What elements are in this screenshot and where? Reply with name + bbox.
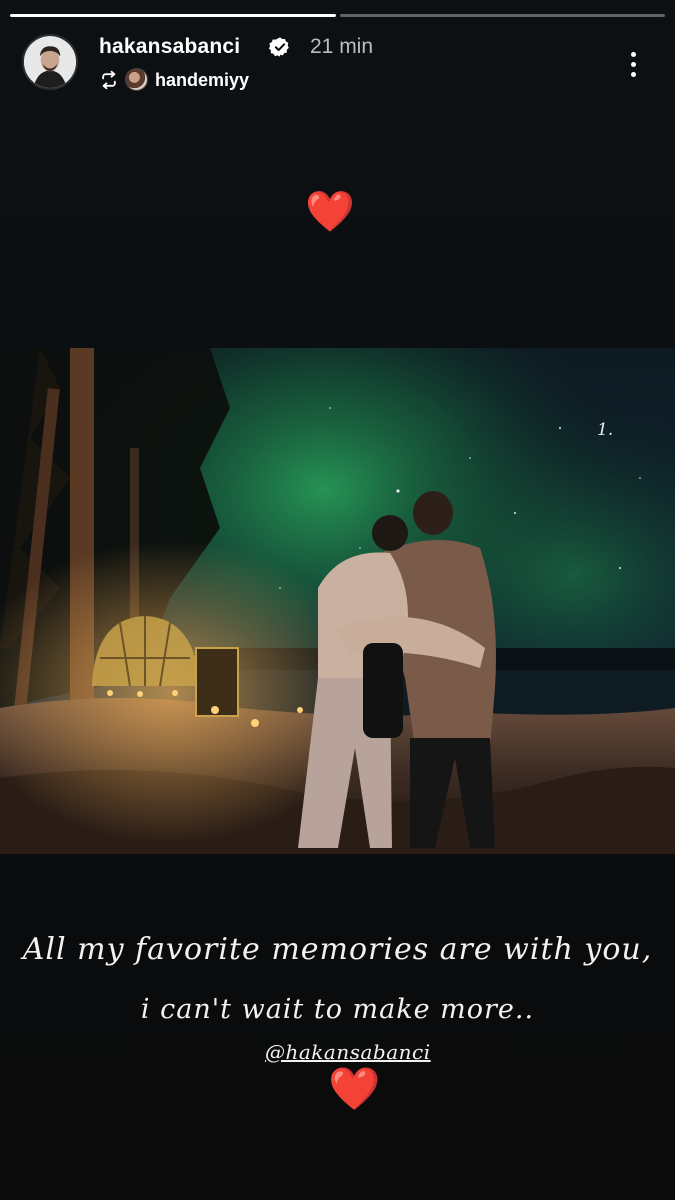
story-header: hakansabanci 21 min handemiyy — [0, 30, 675, 100]
story-progress-bar — [10, 14, 665, 18]
caption-line-1: All my favorite memories are with you, — [22, 932, 653, 967]
heart-emoji-top: ❤️ — [305, 189, 355, 235]
progress-segment-1 — [10, 14, 336, 17]
reposter-username[interactable]: handemiyy — [155, 70, 249, 91]
reposter-avatar[interactable] — [125, 68, 148, 91]
caption-line-2: i can't wait to make more.. — [140, 994, 535, 1025]
story-viewer[interactable]: hakansabanci 21 min handemiyy ❤️ 1. All … — [0, 0, 675, 1200]
progress-segment-2 — [339, 14, 665, 17]
story-photo — [0, 348, 675, 854]
story-timestamp: 21 min — [310, 35, 374, 58]
story-username[interactable]: hakansabanci — [99, 35, 240, 59]
repost-icon — [102, 70, 116, 90]
verified-badge-icon — [269, 37, 289, 57]
mention-sticker[interactable]: @hakansabanci — [265, 1040, 431, 1064]
profile-avatar[interactable] — [22, 34, 78, 90]
heart-emoji-bottom: ❤️ — [328, 1064, 381, 1113]
photo-number-label: 1. — [597, 420, 614, 440]
more-options-icon[interactable] — [618, 44, 648, 84]
